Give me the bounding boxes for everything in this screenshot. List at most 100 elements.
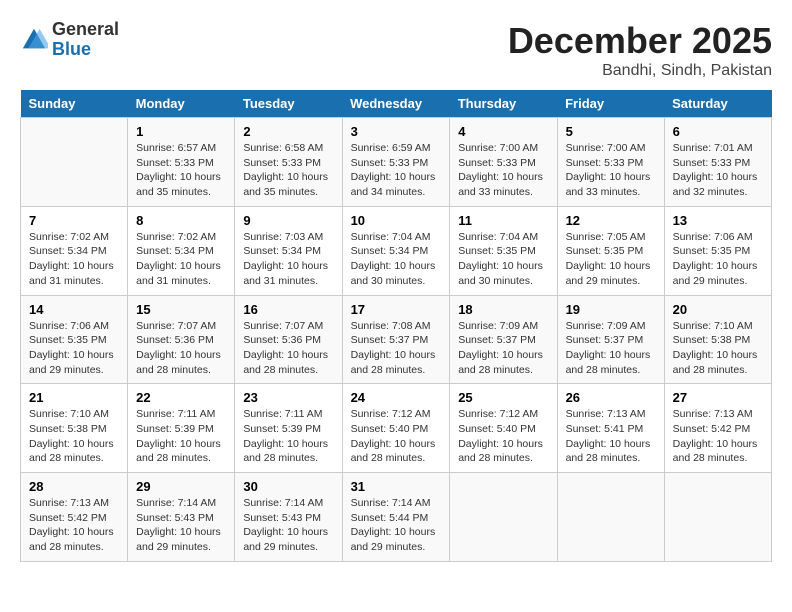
calendar-cell xyxy=(21,118,128,207)
calendar-cell: 14 Sunrise: 7:06 AM Sunset: 5:35 PM Dayli… xyxy=(21,295,128,384)
day-info: Sunrise: 7:06 AM Sunset: 5:35 PM Dayligh… xyxy=(29,319,119,378)
day-info: Sunrise: 7:04 AM Sunset: 5:35 PM Dayligh… xyxy=(458,230,548,289)
header-row: SundayMondayTuesdayWednesdayThursdayFrid… xyxy=(21,90,772,118)
day-number: 22 xyxy=(136,390,226,405)
day-info: Sunrise: 7:04 AM Sunset: 5:34 PM Dayligh… xyxy=(351,230,442,289)
logo-blue: Blue xyxy=(52,40,119,60)
day-number: 14 xyxy=(29,302,119,317)
header-cell-wednesday: Wednesday xyxy=(342,90,450,118)
day-info: Sunrise: 7:09 AM Sunset: 5:37 PM Dayligh… xyxy=(566,319,656,378)
calendar-cell: 28 Sunrise: 7:13 AM Sunset: 5:42 PM Dayli… xyxy=(21,473,128,562)
day-info: Sunrise: 7:08 AM Sunset: 5:37 PM Dayligh… xyxy=(351,319,442,378)
calendar-cell: 12 Sunrise: 7:05 AM Sunset: 5:35 PM Dayli… xyxy=(557,206,664,295)
page-subtitle: Bandhi, Sindh, Pakistan xyxy=(508,62,772,80)
day-info: Sunrise: 7:10 AM Sunset: 5:38 PM Dayligh… xyxy=(29,407,119,466)
calendar-cell: 20 Sunrise: 7:10 AM Sunset: 5:38 PM Dayli… xyxy=(664,295,771,384)
day-number: 10 xyxy=(351,213,442,228)
calendar-week-3: 14 Sunrise: 7:06 AM Sunset: 5:35 PM Dayli… xyxy=(21,295,772,384)
calendar-cell: 3Sunrise: 6:59 AM Sunset: 5:33 PM Daylig… xyxy=(342,118,450,207)
calendar-week-1: 1 Sunrise: 6:57 AM Sunset: 5:33 PM Daylig… xyxy=(21,118,772,207)
day-info: Sunrise: 7:10 AM Sunset: 5:38 PM Dayligh… xyxy=(673,319,763,378)
day-number: 26 xyxy=(566,390,656,405)
day-number: 15 xyxy=(136,302,226,317)
day-info: Sunrise: 6:59 AM Sunset: 5:33 PM Dayligh… xyxy=(351,141,442,200)
calendar-cell: 2 Sunrise: 6:58 AM Sunset: 5:33 PM Daylig… xyxy=(235,118,342,207)
day-number: 17 xyxy=(351,302,442,317)
calendar-cell: 21 Sunrise: 7:10 AM Sunset: 5:38 PM Dayli… xyxy=(21,384,128,473)
day-info: Sunrise: 7:14 AM Sunset: 5:43 PM Dayligh… xyxy=(136,496,226,555)
calendar-cell: 6 Sunrise: 7:01 AM Sunset: 5:33 PM Daylig… xyxy=(664,118,771,207)
calendar-cell: 8Sunrise: 7:02 AM Sunset: 5:34 PM Daylig… xyxy=(128,206,235,295)
calendar-cell: 5 Sunrise: 7:00 AM Sunset: 5:33 PM Daylig… xyxy=(557,118,664,207)
calendar-header: SundayMondayTuesdayWednesdayThursdayFrid… xyxy=(21,90,772,118)
day-info: Sunrise: 7:01 AM Sunset: 5:33 PM Dayligh… xyxy=(673,141,763,200)
day-info: Sunrise: 7:00 AM Sunset: 5:33 PM Dayligh… xyxy=(566,141,656,200)
calendar-cell: 13Sunrise: 7:06 AM Sunset: 5:35 PM Dayli… xyxy=(664,206,771,295)
day-number: 11 xyxy=(458,213,548,228)
day-number: 28 xyxy=(29,479,119,494)
day-info: Sunrise: 7:14 AM Sunset: 5:43 PM Dayligh… xyxy=(243,496,333,555)
day-number: 18 xyxy=(458,302,548,317)
day-number: 5 xyxy=(566,124,656,139)
day-info: Sunrise: 7:11 AM Sunset: 5:39 PM Dayligh… xyxy=(243,407,333,466)
day-number: 7 xyxy=(29,213,119,228)
calendar-cell: 10 Sunrise: 7:04 AM Sunset: 5:34 PM Dayli… xyxy=(342,206,450,295)
day-number: 6 xyxy=(673,124,763,139)
calendar-cell: 22Sunrise: 7:11 AM Sunset: 5:39 PM Dayli… xyxy=(128,384,235,473)
day-info: Sunrise: 7:07 AM Sunset: 5:36 PM Dayligh… xyxy=(136,319,226,378)
calendar-body: 1 Sunrise: 6:57 AM Sunset: 5:33 PM Daylig… xyxy=(21,118,772,562)
header-cell-thursday: Thursday xyxy=(450,90,557,118)
calendar-cell xyxy=(557,473,664,562)
day-info: Sunrise: 7:02 AM Sunset: 5:34 PM Dayligh… xyxy=(29,230,119,289)
day-number: 23 xyxy=(243,390,333,405)
calendar-cell: 16Sunrise: 7:07 AM Sunset: 5:36 PM Dayli… xyxy=(235,295,342,384)
calendar-cell: 31 Sunrise: 7:14 AM Sunset: 5:44 PM Dayli… xyxy=(342,473,450,562)
day-number: 2 xyxy=(243,124,333,139)
calendar-cell: 19 Sunrise: 7:09 AM Sunset: 5:37 PM Dayli… xyxy=(557,295,664,384)
day-info: Sunrise: 6:57 AM Sunset: 5:33 PM Dayligh… xyxy=(136,141,226,200)
logo-general: General xyxy=(52,20,119,40)
day-number: 30 xyxy=(243,479,333,494)
calendar-cell: 11 Sunrise: 7:04 AM Sunset: 5:35 PM Dayli… xyxy=(450,206,557,295)
calendar-cell: 17 Sunrise: 7:08 AM Sunset: 5:37 PM Dayli… xyxy=(342,295,450,384)
calendar-cell: 30 Sunrise: 7:14 AM Sunset: 5:43 PM Dayli… xyxy=(235,473,342,562)
day-info: Sunrise: 7:13 AM Sunset: 5:42 PM Dayligh… xyxy=(673,407,763,466)
logo-text: General Blue xyxy=(52,20,119,60)
day-number: 12 xyxy=(566,213,656,228)
day-info: Sunrise: 7:12 AM Sunset: 5:40 PM Dayligh… xyxy=(351,407,442,466)
day-number: 31 xyxy=(351,479,442,494)
day-info: Sunrise: 7:13 AM Sunset: 5:42 PM Dayligh… xyxy=(29,496,119,555)
header-cell-saturday: Saturday xyxy=(664,90,771,118)
page-header: General Blue December 2025 Bandhi, Sindh… xyxy=(20,20,772,80)
day-info: Sunrise: 6:58 AM Sunset: 5:33 PM Dayligh… xyxy=(243,141,333,200)
day-info: Sunrise: 7:13 AM Sunset: 5:41 PM Dayligh… xyxy=(566,407,656,466)
day-number: 13 xyxy=(673,213,763,228)
header-cell-tuesday: Tuesday xyxy=(235,90,342,118)
calendar-week-4: 21 Sunrise: 7:10 AM Sunset: 5:38 PM Dayli… xyxy=(21,384,772,473)
calendar-cell xyxy=(664,473,771,562)
day-number: 21 xyxy=(29,390,119,405)
day-info: Sunrise: 7:14 AM Sunset: 5:44 PM Dayligh… xyxy=(351,496,442,555)
calendar-week-5: 28 Sunrise: 7:13 AM Sunset: 5:42 PM Dayli… xyxy=(21,473,772,562)
day-number: 25 xyxy=(458,390,548,405)
day-info: Sunrise: 7:05 AM Sunset: 5:35 PM Dayligh… xyxy=(566,230,656,289)
calendar-cell: 25Sunrise: 7:12 AM Sunset: 5:40 PM Dayli… xyxy=(450,384,557,473)
day-number: 4 xyxy=(458,124,548,139)
calendar-cell: 27Sunrise: 7:13 AM Sunset: 5:42 PM Dayli… xyxy=(664,384,771,473)
header-cell-sunday: Sunday xyxy=(21,90,128,118)
day-number: 1 xyxy=(136,124,226,139)
day-number: 20 xyxy=(673,302,763,317)
page-title: December 2025 xyxy=(508,20,772,62)
day-number: 19 xyxy=(566,302,656,317)
day-info: Sunrise: 7:03 AM Sunset: 5:34 PM Dayligh… xyxy=(243,230,333,289)
calendar-table: SundayMondayTuesdayWednesdayThursdayFrid… xyxy=(20,90,772,562)
day-number: 24 xyxy=(351,390,442,405)
logo: General Blue xyxy=(20,20,119,60)
day-info: Sunrise: 7:02 AM Sunset: 5:34 PM Dayligh… xyxy=(136,230,226,289)
day-number: 9 xyxy=(243,213,333,228)
day-info: Sunrise: 7:09 AM Sunset: 5:37 PM Dayligh… xyxy=(458,319,548,378)
title-block: December 2025 Bandhi, Sindh, Pakistan xyxy=(508,20,772,80)
day-number: 16 xyxy=(243,302,333,317)
day-info: Sunrise: 7:00 AM Sunset: 5:33 PM Dayligh… xyxy=(458,141,548,200)
calendar-cell: 26 Sunrise: 7:13 AM Sunset: 5:41 PM Dayli… xyxy=(557,384,664,473)
